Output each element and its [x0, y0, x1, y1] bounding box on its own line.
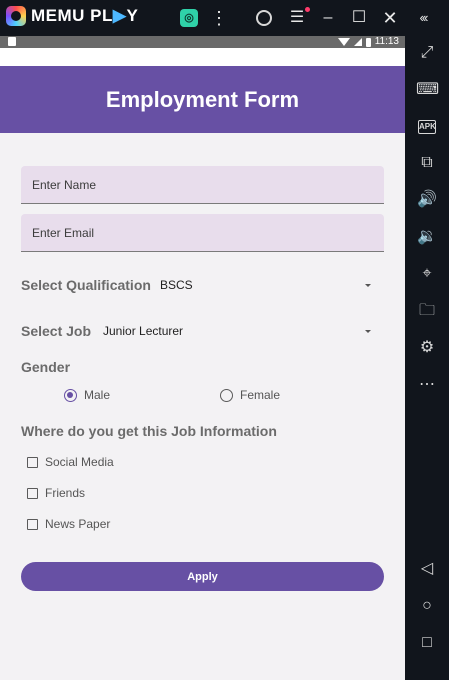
qualification-dropdown[interactable]: BSCS [160, 275, 372, 295]
checkbox-news-paper[interactable]: News Paper [27, 517, 110, 531]
name-input[interactable] [21, 166, 384, 203]
job-value: Junior Lecturer [103, 324, 184, 338]
gender-radio-male[interactable]: Male [64, 388, 110, 402]
checkbox-icon[interactable] [27, 487, 38, 499]
gender-radio-female[interactable]: Female [220, 388, 280, 402]
menu-icon[interactable]: ☰ [287, 7, 310, 28]
app-bar: Employment Form [0, 66, 405, 133]
notification-icon [8, 37, 16, 46]
app-screen: Employment Form Select Qualification BSC… [0, 66, 405, 680]
collapse-icon[interactable]: ‹‹‹ [413, 8, 433, 28]
back-icon[interactable]: ◁ [416, 558, 438, 580]
volume-up-icon[interactable]: 🔊 [416, 189, 438, 211]
status-time: 11:13 [374, 36, 399, 47]
fullscreen-icon[interactable]: ⤢ [416, 42, 438, 64]
checkbox-label: News Paper [45, 517, 111, 531]
location-icon[interactable]: ⌖ [416, 263, 438, 285]
checkbox-friends[interactable]: Friends [27, 486, 85, 500]
checkbox-icon[interactable] [27, 518, 38, 530]
wifi-icon [337, 38, 350, 46]
app-store-icon[interactable]: ◎ [180, 9, 198, 27]
gender-label: Gender [21, 359, 71, 375]
qualification-value: BSCS [160, 278, 193, 292]
dropdown-arrow-icon [365, 330, 371, 333]
checkbox-label: Social Media [45, 455, 114, 469]
checkbox-social-media[interactable]: Social Media [27, 455, 114, 469]
apk-icon[interactable]: APK [418, 120, 436, 134]
android-status-bar: 11:13 [0, 36, 405, 48]
radio-checked-icon[interactable] [64, 388, 77, 402]
battery-icon [365, 37, 371, 47]
page-title: Employment Form [105, 86, 300, 112]
memu-brand-text: MEMU PL▶Y [31, 6, 139, 25]
home-icon[interactable]: ○ [416, 595, 438, 617]
memu-logo: MEMU PL▶Y [6, 6, 138, 26]
more-vert-icon[interactable]: ⋮ [209, 8, 229, 28]
notification-dot [305, 7, 310, 12]
signal-icon [353, 38, 362, 46]
job-info-label: Where do you get this Job Information [21, 423, 277, 439]
settings-icon[interactable]: ⚙ [416, 337, 438, 359]
name-field[interactable] [21, 166, 384, 204]
close-icon[interactable]: ✕ [380, 8, 400, 28]
job-dropdown[interactable]: Junior Lecturer [103, 321, 372, 341]
memu-logo-icon [6, 6, 26, 26]
checkbox-icon[interactable] [27, 456, 38, 468]
keyboard-icon[interactable]: ⌨ [416, 79, 439, 101]
email-input[interactable] [21, 214, 384, 251]
more-horiz-icon[interactable]: ⋯ [416, 374, 438, 396]
emulator-title-bar: MEMU PL▶Y ◎ ⋮ ☰ – ☐ ✕ ‹‹‹ [0, 0, 449, 36]
recents-icon[interactable]: □ [416, 632, 438, 654]
minimize-icon[interactable]: – [318, 8, 338, 28]
maximize-icon[interactable]: ☐ [349, 8, 369, 28]
qualification-label: Select Qualification [21, 277, 151, 293]
radio-label-male: Male [84, 388, 111, 402]
folder-icon[interactable]: 🗀 [416, 300, 438, 322]
apply-button[interactable]: Apply [21, 562, 384, 591]
checkbox-label: Friends [45, 486, 86, 500]
radio-label-female: Female [240, 388, 281, 402]
job-label: Select Job [21, 323, 92, 339]
action-bar-gap [0, 48, 405, 66]
email-field[interactable] [21, 214, 384, 252]
dropdown-arrow-icon [365, 284, 371, 287]
radio-unchecked-icon[interactable] [220, 388, 233, 402]
volume-down-icon[interactable]: 🔉 [416, 226, 438, 248]
user-icon[interactable] [256, 10, 272, 26]
emulator-side-toolbar: ⤢ ⌨ APK ⧉ 🔊 🔉 ⌖ 🗀 ⚙ ⋯ ◁ ○ □ [405, 36, 449, 680]
multi-window-icon[interactable]: ⧉ [416, 152, 438, 174]
